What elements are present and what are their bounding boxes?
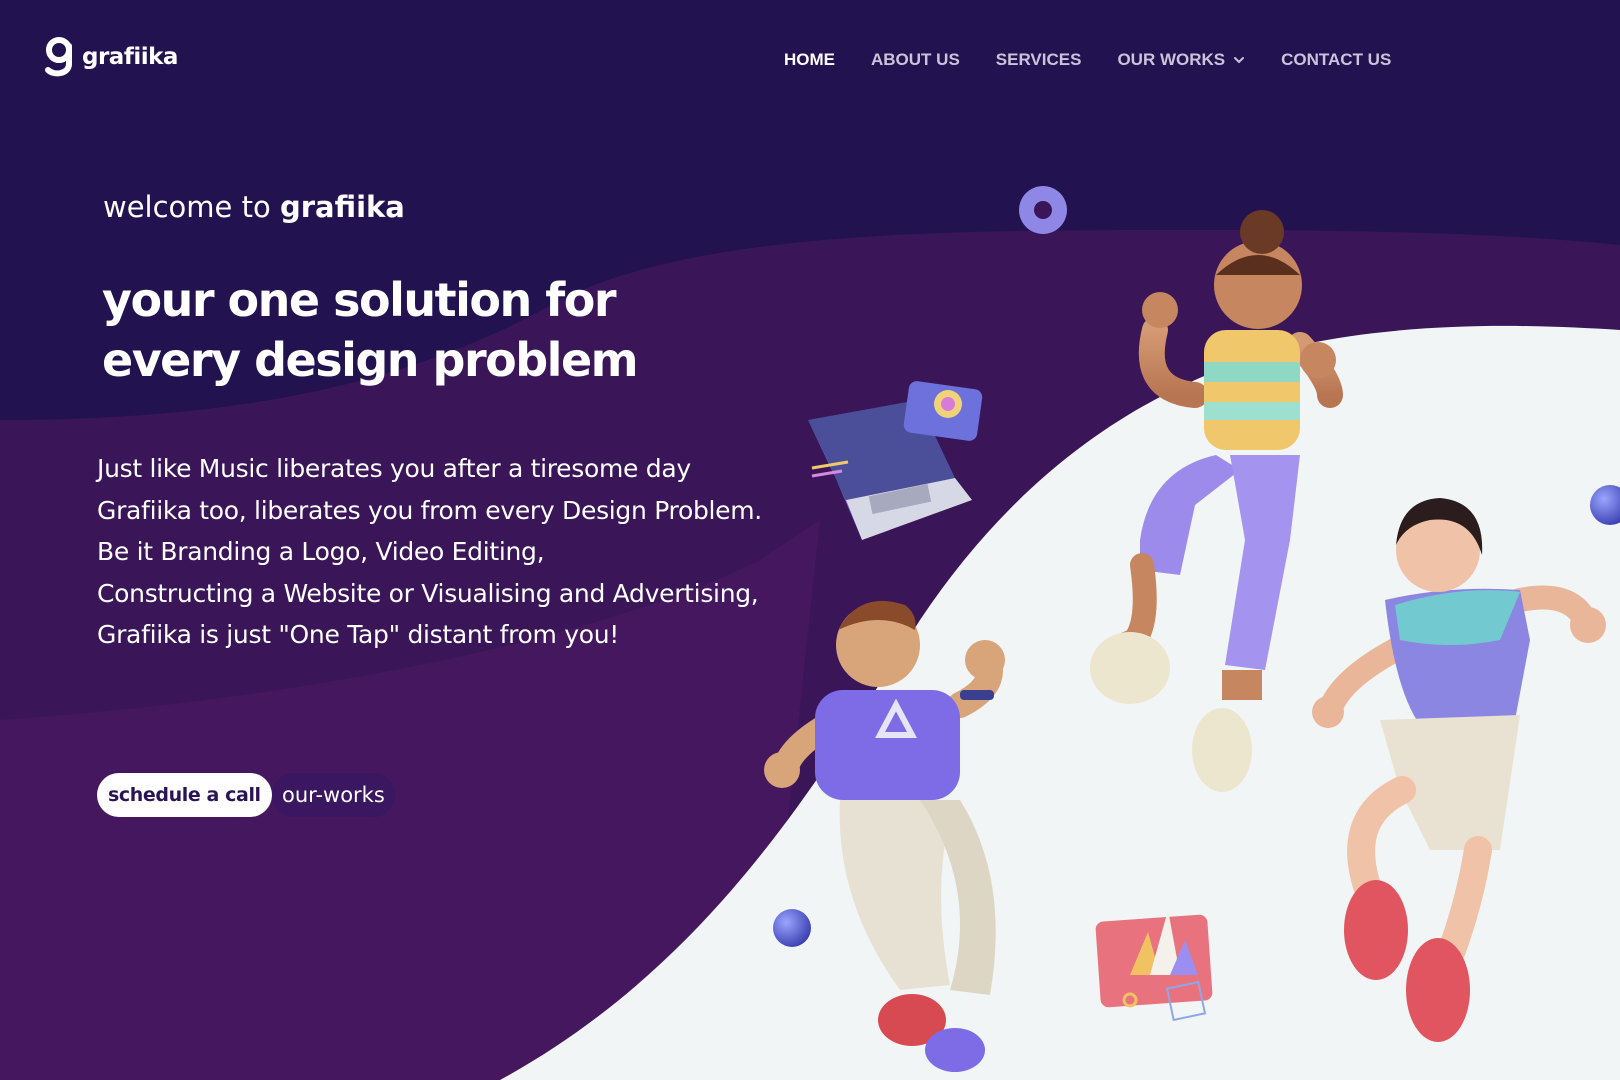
brand-name: grafiika (82, 44, 178, 70)
hero-headline: your one solution for every design probl… (102, 270, 742, 390)
chevron-down-icon (1234, 57, 1245, 64)
character-woman-illustration (1090, 210, 1343, 792)
donut-shape (1019, 186, 1067, 234)
description-line: Grafiika is just "One Tap" distant from … (97, 620, 620, 649)
nav-item-services[interactable]: SERVICES (996, 50, 1082, 70)
description-line: Just like Music liberates you after a ti… (97, 454, 691, 483)
welcome-prefix: welcome to (103, 190, 271, 224)
our-works-button[interactable]: our-works (272, 773, 395, 817)
character-boy-illustration (1312, 498, 1606, 1042)
description-line: Be it Branding a Logo, Video Editing, (97, 537, 545, 566)
main-navigation: HOME ABOUT US SERVICES OUR WORKS CONTACT… (784, 50, 1391, 70)
schedule-call-button[interactable]: schedule a call (97, 773, 272, 817)
welcome-brand: grafiika (279, 190, 405, 224)
brand-logo[interactable]: grafiika (44, 36, 178, 78)
nav-label: CONTACT US (1281, 50, 1392, 69)
welcome-text: welcome to grafiika (103, 190, 405, 224)
sphere-shape (773, 909, 811, 947)
headline-line-1: your one solution for (102, 273, 617, 327)
character-man-illustration (764, 600, 1005, 1072)
headline-line-2: every design problem (102, 333, 639, 387)
sphere-shape (1590, 485, 1620, 525)
nav-item-our-works[interactable]: OUR WORKS (1117, 50, 1245, 70)
nav-label: ABOUT US (871, 50, 960, 69)
nav-label: HOME (784, 50, 835, 69)
description-line: Constructing a Website or Visualising an… (97, 578, 759, 608)
nav-item-contact-us[interactable]: CONTACT US (1281, 50, 1391, 70)
nav-label: SERVICES (995, 50, 1082, 69)
laptop-illustration (808, 381, 983, 540)
hero-description: Just like Music liberates you after a ti… (97, 448, 762, 656)
logo-g-icon (45, 37, 72, 77)
nav-item-home[interactable]: HOME (784, 50, 835, 70)
description-line: Grafiika too, liberates you from every D… (97, 495, 762, 525)
nav-label: OUR WORKS (1117, 50, 1226, 69)
chart-card-illustration (1095, 910, 1213, 1022)
nav-item-about-us[interactable]: ABOUT US (871, 50, 960, 70)
